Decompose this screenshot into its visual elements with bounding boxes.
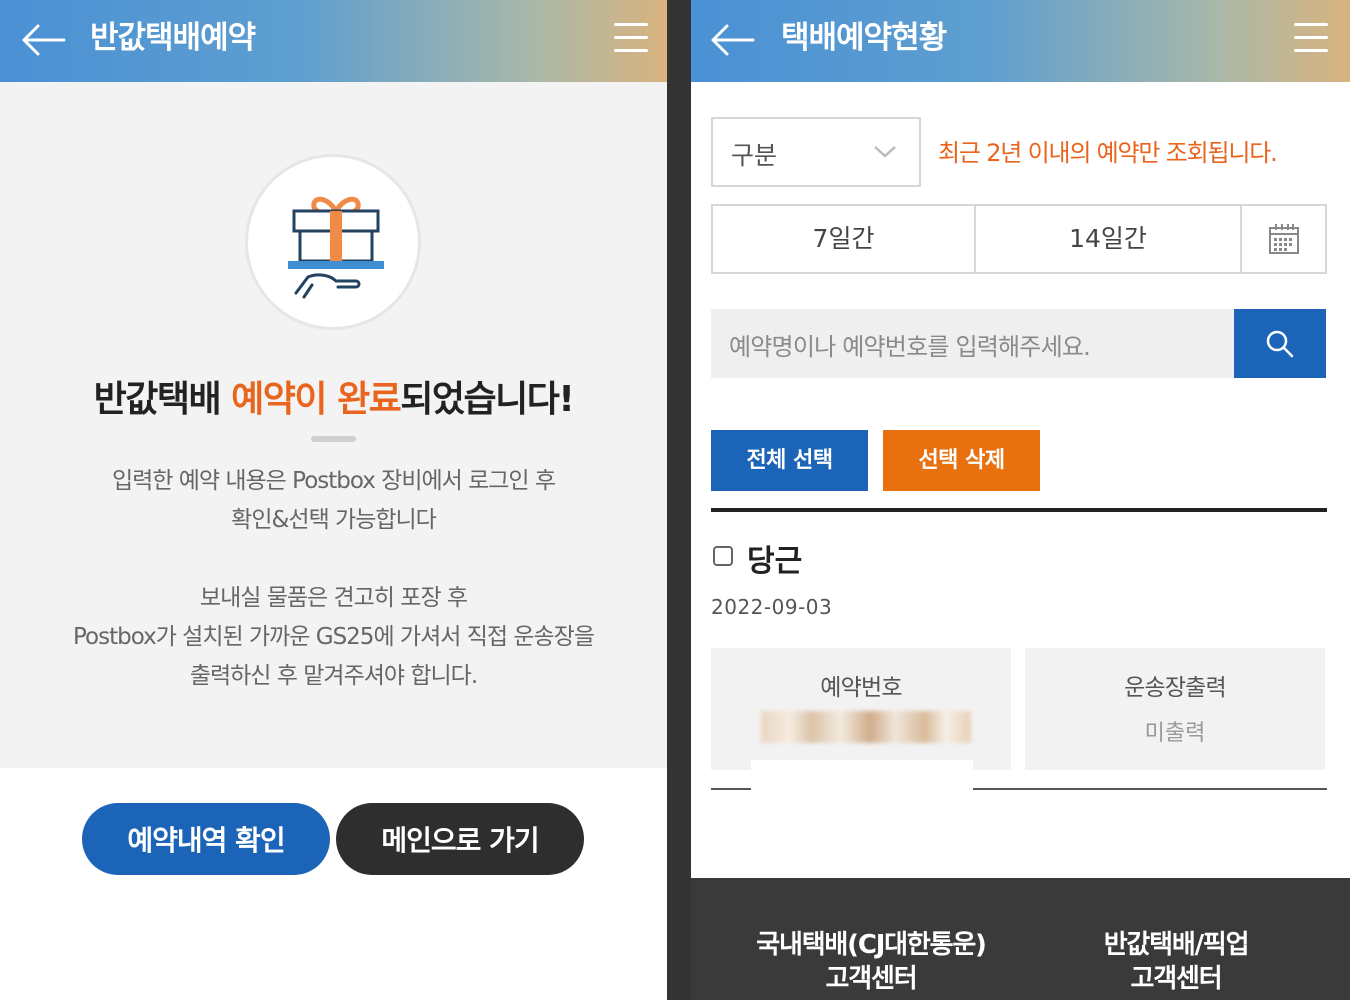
- delete-selected-button[interactable]: 선택 삭제: [883, 430, 1040, 491]
- period-filter: 7일간 14일간: [711, 204, 1327, 274]
- info-line: 입력한 예약 내용은 Postbox 장비에서 로그인 후: [111, 468, 556, 494]
- hamburger-menu-icon[interactable]: [614, 20, 650, 54]
- completion-message-prefix: 반값택배: [93, 379, 232, 420]
- page-title: 반값택배예약: [90, 20, 256, 56]
- footer-link-line: 반값택배/픽업: [1103, 930, 1250, 960]
- search-placeholder: 예약명이나 예약번호를 입력해주세요.: [729, 333, 1091, 361]
- label-print-label: 운송장출력: [1124, 675, 1227, 701]
- divider: [311, 436, 356, 442]
- back-arrow-icon[interactable]: [18, 18, 68, 62]
- go-main-button[interactable]: 메인으로 가기: [336, 803, 584, 875]
- search-icon: [1266, 330, 1294, 358]
- reservation-number-label: 예약번호: [820, 675, 902, 701]
- search-button[interactable]: [1234, 309, 1326, 378]
- completion-message-accent: 예약이 완료: [231, 379, 402, 420]
- info-line: Postbox가 설치된 가까운 GS25에 가셔서 직접 운송장을: [73, 624, 595, 650]
- redaction-mask: [751, 760, 973, 794]
- type-select-value: 구분: [731, 141, 778, 170]
- type-select[interactable]: 구분: [711, 117, 921, 187]
- list-divider: [711, 508, 1327, 512]
- packing-info-text: 보내실 물품은 견고히 포장 후 Postbox가 설치된 가까운 GS25에 …: [0, 579, 667, 696]
- app-header: 반값택배예약: [0, 0, 667, 82]
- item-date: 2022-09-03: [711, 595, 833, 619]
- postbox-info-text: 입력한 예약 내용은 Postbox 장비에서 로그인 후 확인&선택 가능합니…: [0, 462, 667, 540]
- footer: 국내택배(CJ대한통운) 고객센터 반값택배/픽업 고객센터: [691, 878, 1350, 1000]
- period-7-days-button[interactable]: 7일간: [713, 206, 976, 272]
- period-notice: 최근 2년 이내의 예약만 조회됩니다.: [938, 139, 1278, 167]
- footer-link-line: 고객센터: [825, 964, 918, 994]
- label-print-status: 미출력: [1144, 721, 1206, 746]
- item-name: 당근: [747, 544, 803, 579]
- panel-divider: [667, 0, 691, 1000]
- footer-link-line: 국내택배(CJ대한통운): [756, 930, 987, 960]
- period-14-days-button[interactable]: 14일간: [976, 206, 1242, 272]
- page-title: 택배예약현황: [781, 20, 947, 56]
- reservation-number-redacted: [761, 711, 971, 743]
- info-line: 확인&선택 가능합니다: [231, 507, 437, 533]
- label-print-box: 운송장출력 미출력: [1025, 648, 1325, 770]
- gift-icon: [245, 154, 421, 330]
- cj-customer-center-link[interactable]: 국내택배(CJ대한통운) 고객센터: [721, 928, 1021, 996]
- item-checkbox[interactable]: [713, 546, 733, 566]
- select-all-button[interactable]: 전체 선택: [711, 430, 868, 491]
- view-reservations-button[interactable]: 예약내역 확인: [82, 803, 330, 875]
- half-price-customer-center-link[interactable]: 반값택배/픽업 고객센터: [1076, 928, 1276, 996]
- reservation-complete-screen: 반값택배예약 반값택배 예약이 완료되었습니다! 입력한 예약 내용은 Post…: [0, 0, 667, 1000]
- reservation-status-screen: 택배예약현황 구분 최근 2년 이내의 예약만 조회됩니다. 7일간 14일간: [691, 0, 1350, 1000]
- reservation-number-box: 예약번호: [711, 648, 1011, 770]
- chevron-down-icon: [874, 146, 896, 158]
- calendar-icon[interactable]: [1242, 206, 1325, 272]
- info-line: 출력하신 후 맡겨주셔야 합니다.: [189, 663, 478, 689]
- app-header: 택배예약현황: [691, 0, 1350, 82]
- confirmation-panel: 반값택배 예약이 완료되었습니다! 입력한 예약 내용은 Postbox 장비에…: [0, 82, 667, 768]
- info-line: 보내실 물품은 견고히 포장 후: [199, 585, 468, 611]
- completion-message-suffix: 되었습니다!: [400, 379, 575, 420]
- back-arrow-icon[interactable]: [707, 18, 757, 62]
- search-input[interactable]: 예약명이나 예약번호를 입력해주세요.: [711, 309, 1235, 378]
- footer-link-line: 고객센터: [1130, 964, 1223, 994]
- completion-message: 반값택배 예약이 완료되었습니다!: [0, 370, 667, 422]
- hamburger-menu-icon[interactable]: [1294, 20, 1330, 54]
